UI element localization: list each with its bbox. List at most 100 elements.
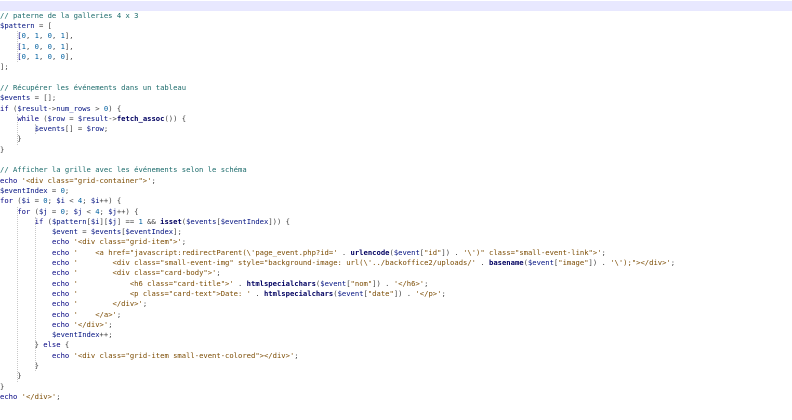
code-line[interactable]: echo ' <div class="card-body">'; (0, 268, 792, 278)
code-line[interactable]: if ($pattern[$i][$j] == 1 && isset($even… (0, 217, 792, 227)
code-line[interactable]: [1, 0, 0, 1], (0, 42, 792, 52)
code-line[interactable]: $events = []; (0, 93, 792, 103)
code-token: while (17, 113, 39, 123)
code-token: // Afficher la grille avec les événement… (0, 165, 247, 175)
code-line[interactable]: echo '</div>'; (0, 320, 792, 330)
code-token: ], (64, 41, 74, 51)
code-line[interactable]: for ($j = 0; $j < 4; $j++) { (0, 207, 792, 217)
code-token: . (251, 288, 264, 298)
code-line[interactable]: } (0, 361, 792, 371)
code-token: ; (116, 309, 122, 319)
code-line[interactable]: // Afficher la grille avec les événement… (0, 165, 792, 175)
code-token: fetch_assoc (116, 113, 165, 123)
code-line[interactable]: for ($i = 0; $i < 4; $i++) { (0, 196, 792, 206)
code-token: htmlspecialchars (263, 288, 334, 298)
code-line[interactable]: echo '<div class="grid-item">'; (0, 237, 792, 247)
code-token: '<div class="grid-container">' (21, 175, 152, 185)
code-token: ; (103, 124, 109, 134)
code-line[interactable]: echo '<div class="grid-container">'; (0, 176, 792, 186)
code-token: // Récupérer les événements dans un tabl… (0, 82, 187, 92)
code-token: , (51, 41, 61, 51)
code-token: -> (108, 113, 117, 123)
code-line[interactable]: } (0, 145, 792, 155)
code-line[interactable]: $pattern = [ (0, 21, 792, 31)
code-token: echo (51, 288, 70, 298)
code-token: ' </div>' (73, 299, 143, 309)
code-token: '\')" class="small-event-link">' (463, 247, 602, 257)
code-token: , (38, 41, 48, 51)
code-line[interactable]: echo ' </div>'; (0, 299, 792, 309)
code-line[interactable]: } (0, 382, 792, 392)
code-token: ], (64, 52, 74, 61)
code-line[interactable]: while ($row = $result->fetch_assoc()) { (0, 114, 792, 124)
code-token: echo (0, 391, 18, 401)
code-token: ++; (99, 330, 113, 340)
code-token: basename (489, 258, 524, 267)
code-line[interactable]: $event = $events[$eventIndex]; (0, 227, 792, 237)
code-line[interactable]: } else { (0, 340, 792, 350)
code-token: "date" (367, 288, 394, 298)
code-token: ; (441, 288, 446, 298)
code-token: '</h6>' (393, 278, 425, 288)
code-line[interactable]: $eventIndex = 0; (0, 186, 792, 196)
code-line[interactable]: echo ' <h6 class="card-title">' . htmlsp… (0, 279, 792, 289)
code-token: , (38, 52, 48, 61)
code-line[interactable]: } (0, 371, 792, 381)
code-line[interactable]: $eventIndex++; (0, 330, 792, 340)
code-token: } (34, 340, 44, 350)
code-token: ; (216, 268, 221, 278)
code-token: ( (12, 196, 22, 206)
code-token: echo (51, 350, 70, 360)
code-line[interactable]: echo '</div>'; (0, 392, 792, 402)
code-line[interactable]: echo ' <p class="card-text">Date: ' . ht… (0, 289, 792, 299)
code-line[interactable]: echo ' </a>'; (0, 310, 792, 320)
code-token: ]) . (588, 258, 611, 267)
code-line[interactable] (0, 73, 792, 83)
code-line[interactable]: [0, 1, 0, 0], (0, 52, 792, 62)
code-line[interactable]: $events[] = $row; (0, 124, 792, 134)
code-token: ]; (173, 227, 182, 237)
code-line[interactable] (0, 0, 792, 11)
code-token: ; (294, 350, 299, 360)
code-token: ])) { (268, 216, 290, 226)
code-token: ; (47, 196, 57, 206)
code-token: if (34, 216, 44, 226)
code-line[interactable]: if ($result->num_rows > 0) { (0, 104, 792, 114)
code-line[interactable]: echo ' <a href="javascript:redirectParen… (0, 248, 792, 258)
code-token: for (17, 206, 31, 216)
code-token: echo (51, 237, 70, 247)
code-token: ; (601, 247, 606, 257)
code-token: echo (51, 278, 70, 288)
code-token: = (47, 185, 61, 195)
code-editor[interactable]: // paterne de la galleries 4 x 3 $pattern… (0, 0, 792, 420)
code-token: $result (77, 113, 109, 123)
code-token: echo (51, 258, 70, 267)
code-line[interactable]: [0, 1, 0, 1], (0, 31, 792, 41)
code-line[interactable]: echo ' <div class="small-event-img" styl… (0, 258, 792, 268)
code-token: ' <a href="javascript:redirectParent(\'p… (73, 247, 338, 257)
code-token: . (233, 278, 247, 288)
code-line[interactable]: ]; (0, 62, 792, 72)
code-line[interactable]: // Récupérer les événements dans un tabl… (0, 83, 792, 93)
code-line[interactable]: } (0, 134, 792, 144)
code-token: $event (51, 227, 78, 237)
code-token: = []; (30, 93, 57, 103)
code-token: ++) { (116, 206, 139, 216)
code-token: ; (64, 185, 70, 195)
indent-guide (17, 206, 19, 382)
code-token: echo (51, 268, 70, 278)
code-token: $events (90, 227, 122, 237)
code-token: , (51, 31, 61, 41)
code-token: $events (186, 216, 217, 226)
indent-guide (34, 216, 36, 372)
code-line[interactable]: echo '<div class="grid-item small-event-… (0, 351, 792, 361)
code-token: $event (527, 258, 554, 267)
code-token: $row (86, 124, 104, 134)
code-line[interactable] (0, 155, 792, 165)
code-token: "image" (558, 258, 589, 267)
code-line[interactable]: // paterne de la galleries 4 x 3 (0, 11, 792, 21)
